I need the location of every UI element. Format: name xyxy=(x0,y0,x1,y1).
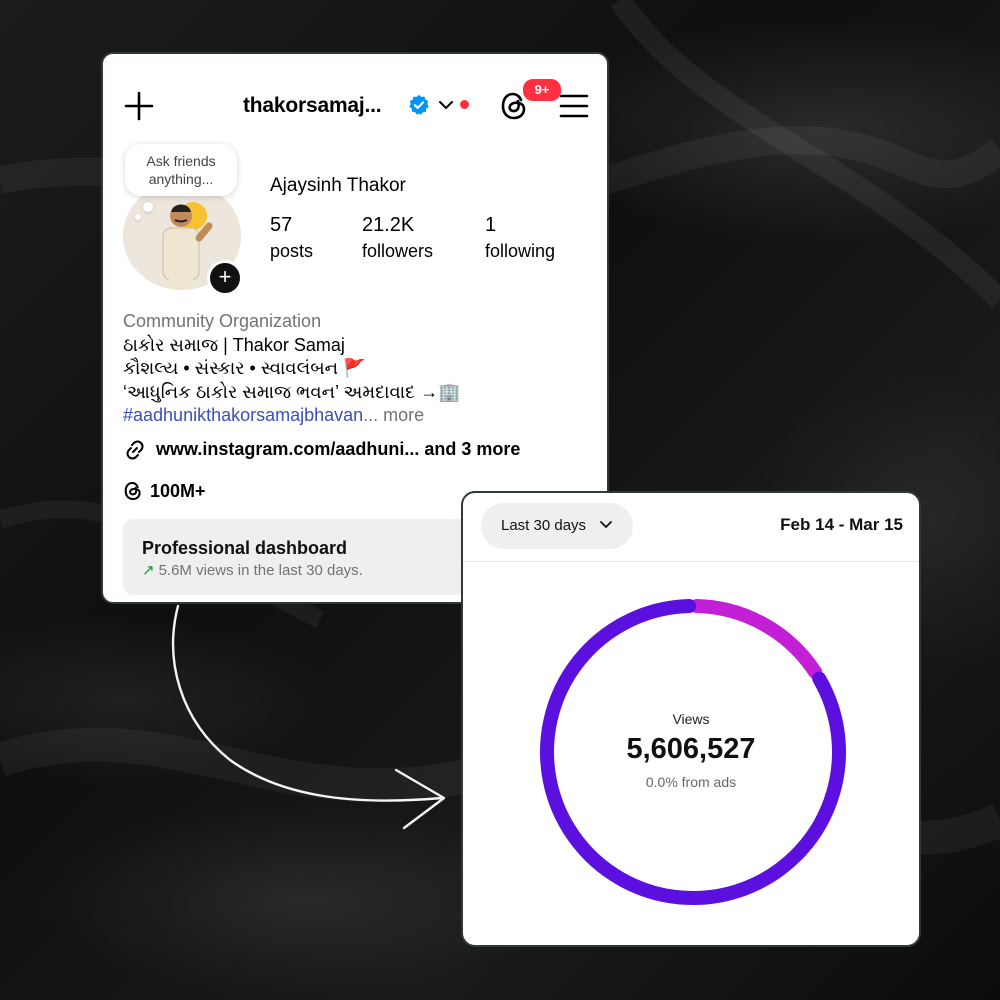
stat-label: followers xyxy=(362,241,434,261)
divider xyxy=(463,561,919,562)
bio-line: ઠાકોર સમાજ | Thakor Samaj xyxy=(123,334,345,355)
chevron-down-icon[interactable] xyxy=(438,98,454,112)
donut-segment-secondary xyxy=(689,599,823,680)
stat-value: 21.2K xyxy=(362,214,415,236)
note-tail xyxy=(143,202,153,212)
stat-label: posts xyxy=(270,241,314,261)
bio-line: કૌશલ્ય • સંસ્કાર • સ્વાવલંબન 🚩 xyxy=(123,358,366,378)
views-label: Views xyxy=(672,711,710,727)
trend-up-icon: ↗ xyxy=(142,562,155,579)
add-story-button[interactable]: + xyxy=(207,260,243,296)
website-link-text[interactable]: www.instagram.com/aadhuni... and 3 more xyxy=(156,439,520,460)
chevron-down-icon xyxy=(600,521,612,529)
date-range-dropdown[interactable]: Last 30 days xyxy=(481,503,633,549)
stat-following[interactable]: 1 following xyxy=(485,214,555,262)
username[interactable]: thakorsamaj... xyxy=(243,94,382,118)
stat-value: 57 xyxy=(270,214,293,236)
stat-label: following xyxy=(485,241,556,261)
dashboard-subtitle-text: 5.6M views in the last 30 days. xyxy=(158,562,363,579)
plus-icon[interactable] xyxy=(123,90,155,122)
menu-icon[interactable] xyxy=(559,92,589,120)
bio-line-hashtag: #aadhunikthakorsamajbhavan... more xyxy=(123,404,593,428)
insights-card: Last 30 days Feb 14 - Mar 15 Views 5,606… xyxy=(461,491,921,947)
threads-count: 100M+ xyxy=(150,481,206,501)
note-bubble[interactable]: Ask friends anything... xyxy=(125,144,237,196)
stat-followers[interactable]: 21.2K followers xyxy=(362,214,433,262)
bio: Community Organization ઠાકોર સમાજ | Thak… xyxy=(123,310,593,428)
date-range-label: Last 30 days xyxy=(501,517,587,534)
verified-icon xyxy=(409,94,429,115)
bio-line: ‘આધુનિક ઠાકોર સમાજ ભવન’ અમદાવાદ →🏢 xyxy=(123,381,461,402)
threads-icon xyxy=(124,481,141,501)
note-tail xyxy=(135,214,141,220)
full-name: Ajaysinh Thakor xyxy=(270,175,406,196)
views-ads-share: 0.0% from ads xyxy=(645,774,737,790)
stat-posts[interactable]: 57 posts xyxy=(270,214,313,262)
curved-arrow-icon xyxy=(171,604,446,830)
link-icon xyxy=(126,440,144,460)
hashtag-link[interactable]: #aadhunikthakorsamajbhavan xyxy=(123,405,363,425)
category-label: Community Organization xyxy=(123,311,322,331)
views-value: 5,606,527 xyxy=(626,733,756,765)
notification-badge: 9+ xyxy=(521,77,563,103)
stat-value: 1 xyxy=(485,214,497,236)
date-range: Feb 14 - Mar 15 xyxy=(780,515,903,534)
dashboard-title: Professional dashboard xyxy=(142,538,348,558)
profile-topbar: thakorsamaj... 9+ xyxy=(103,77,607,130)
dashboard-subtitle: ↗ 5.6M views in the last 30 days. xyxy=(142,561,363,579)
unread-dot xyxy=(460,100,469,109)
more-link[interactable]: ... more xyxy=(363,405,424,425)
